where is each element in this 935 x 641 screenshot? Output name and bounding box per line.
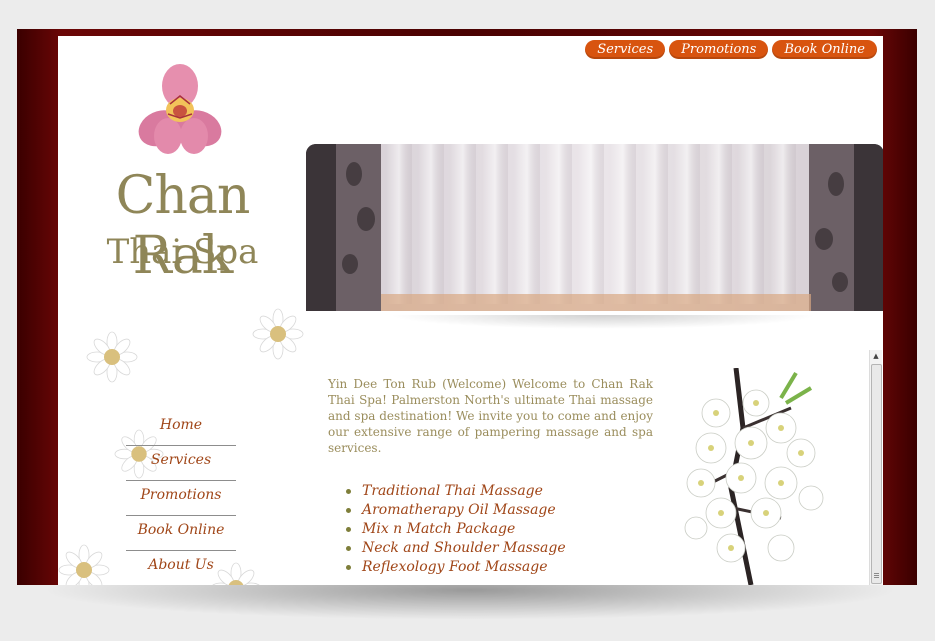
daisy-icon	[252, 308, 304, 360]
service-link[interactable]: Traditional Thai Massage	[346, 482, 653, 501]
sidebar-nav: Home Services Promotions Book Online Abo…	[126, 411, 236, 585]
service-link[interactable]: Reflexology Foot Massage	[346, 558, 653, 577]
scroll-up-arrow-icon[interactable]: ▲	[870, 350, 882, 362]
scroll-grip-icon	[874, 573, 879, 579]
scroll-thumb[interactable]	[871, 364, 882, 584]
service-link[interactable]: Mix n Match Package	[346, 520, 653, 539]
logo-subtitle: Thai Spa	[106, 232, 259, 272]
content-scrollbar[interactable]: ▲	[869, 350, 882, 585]
top-nav-services-button[interactable]: Services	[585, 40, 666, 59]
spa-page[interactable]: Services Promotions Book Online Chan Rak…	[58, 36, 883, 585]
top-nav-book-online-button[interactable]: Book Online	[772, 40, 877, 59]
sidebar-item-book-online[interactable]: Book Online	[126, 516, 236, 551]
top-nav-promotions-button[interactable]: Promotions	[669, 40, 769, 59]
service-link[interactable]: Aromatherapy Oil Massage	[346, 501, 653, 520]
services-list: Traditional Thai Massage Aromatherapy Oi…	[346, 482, 653, 577]
sidebar-item-about-us[interactable]: About Us	[126, 551, 236, 585]
daisy-icon	[86, 331, 138, 383]
welcome-text: Yin Dee Ton Rub (Welcome) Welcome to Cha…	[328, 377, 653, 455]
curtain-banner-image	[306, 144, 883, 311]
sidebar-item-home[interactable]: Home	[126, 411, 236, 446]
orchid-flower-logo	[138, 64, 222, 154]
sidebar-item-services[interactable]: Services	[126, 446, 236, 481]
browser-frame: Services Promotions Book Online Chan Rak…	[17, 29, 917, 585]
service-link[interactable]: Neck and Shoulder Massage	[346, 539, 653, 558]
banner-shadow	[388, 315, 818, 329]
daisy-icon	[58, 544, 110, 585]
curtain-illustration	[306, 144, 883, 311]
top-nav: Services Promotions Book Online	[585, 40, 877, 59]
white-blossom-image	[684, 368, 824, 585]
main-content: Yin Dee Ton Rub (Welcome) Welcome to Cha…	[328, 376, 653, 577]
sidebar-item-promotions[interactable]: Promotions	[126, 481, 236, 516]
